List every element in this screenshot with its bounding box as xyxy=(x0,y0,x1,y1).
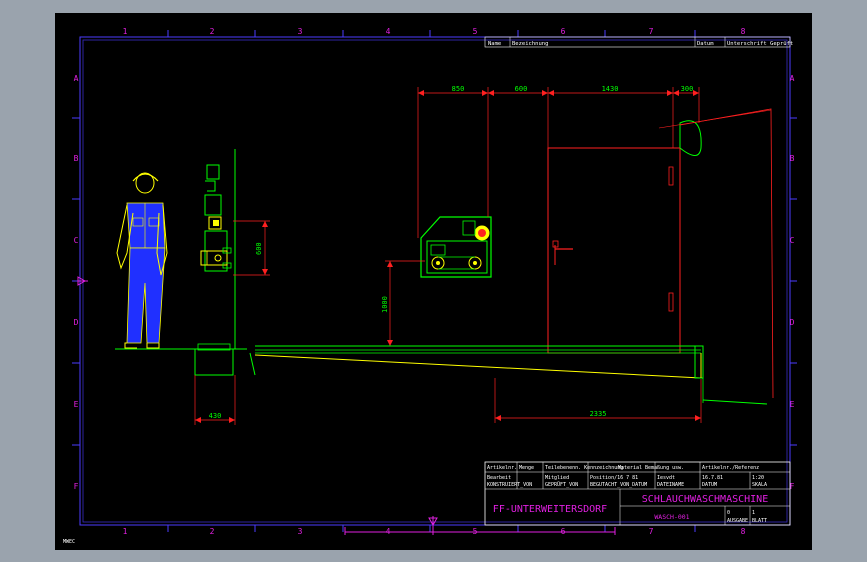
drawing-svg: 1 2 3 4 5 6 7 8 1 2 3 4 5 6 7 8 A B C D … xyxy=(63,27,797,545)
header-name-value: Bezeichnung xyxy=(512,41,548,47)
tb-r1-c1: Artikelnr. xyxy=(487,465,517,471)
cad-viewport[interactable]: 1 2 3 4 5 6 7 8 1 2 3 4 5 6 7 8 A B C D … xyxy=(0,0,867,562)
drawing-canvas[interactable]: 1 2 3 4 5 6 7 8 1 2 3 4 5 6 7 8 A B C D … xyxy=(55,13,812,550)
floor-pit xyxy=(194,343,256,376)
dim-top-chain: 850 600 1430 300 xyxy=(417,85,700,238)
tb-r1-c2: Menge xyxy=(519,465,534,471)
tb-r2-c5: 16.7.81 xyxy=(702,475,723,481)
col-label-7: 7 xyxy=(649,27,654,36)
header-name-label: Name xyxy=(488,41,501,47)
title-block: Artikelnr. Menge Teilebenenn. Kennzeichn… xyxy=(484,461,791,526)
dim-2335: 2335 xyxy=(494,378,702,423)
col-label-1: 1 xyxy=(123,27,128,36)
column-ticks xyxy=(72,30,797,532)
col-label-bottom-3: 3 xyxy=(298,527,303,536)
col-label-2: 2 xyxy=(210,27,215,36)
header-strip: Name Bezeichnung Datum Unterschrift Gepr… xyxy=(484,36,793,48)
col-label-8: 8 xyxy=(741,27,746,36)
row-label-f: F xyxy=(74,482,79,491)
person-figure xyxy=(116,172,168,349)
row-label-a: A xyxy=(74,74,79,83)
sheet-label: BLATT xyxy=(752,518,767,524)
tb-r3-c1: KONSTRUIERT_VON xyxy=(487,482,532,488)
row-label-right-a: A xyxy=(790,74,795,83)
dim-1000-text: 1000 xyxy=(381,296,389,313)
col-label-4: 4 xyxy=(386,27,391,36)
row-label-right-c: C xyxy=(790,236,795,245)
tb-r1-c4: Material xyxy=(618,465,642,471)
tb-r1-c3: Teilebenenn. Kennzeichnung xyxy=(545,465,623,471)
row-label-right-e: E xyxy=(790,400,795,409)
tb-r3-c4: DATEINAME xyxy=(657,482,684,488)
row-label-d: D xyxy=(74,318,79,327)
wall-unit xyxy=(200,149,236,349)
sheet-small-2: 1 xyxy=(752,510,755,516)
outer-frame xyxy=(79,36,791,526)
dim-2335-text: 2335 xyxy=(590,410,607,418)
header-check-label: Unterschrift Geprüft xyxy=(727,41,793,47)
dim-430: 430 xyxy=(194,375,236,425)
col-label-5: 5 xyxy=(473,27,478,36)
sheet-small-1: 0 xyxy=(727,510,730,516)
dim-600: 600 xyxy=(233,220,270,276)
column-labels-top: 1 2 3 4 5 6 7 8 xyxy=(123,27,746,36)
viewport-logo: MWEC xyxy=(63,539,75,545)
tb-r2-c2: Mitglied xyxy=(545,475,569,481)
dim-1000: 1000 xyxy=(381,260,425,346)
dim-430-text: 430 xyxy=(209,412,222,420)
drawing-title: SCHLAUCHWASCHMASCHINE xyxy=(642,494,768,505)
col-label-bottom-2: 2 xyxy=(210,527,215,536)
col-label-bottom-7: 7 xyxy=(649,527,654,536)
col-label-6: 6 xyxy=(561,27,566,36)
row-label-right-b: B xyxy=(790,154,795,163)
tb-r3-c3: BEGUTACHT_VON_DATUM xyxy=(590,482,647,488)
inner-frame xyxy=(82,39,788,523)
dim-600-text: 600 xyxy=(255,242,263,255)
floor-trough xyxy=(254,345,768,405)
col-label-3: 3 xyxy=(298,27,303,36)
col-label-bottom-1: 1 xyxy=(123,527,128,536)
company-name: FF-UNTERWEITERSDORF xyxy=(493,504,607,515)
tb-r3-c2: GEPRÜFT_VON xyxy=(545,481,578,488)
tb-r1-c5: Bemaßung usw. xyxy=(645,465,684,471)
tb-r2-c4: Iesvdt xyxy=(657,475,675,481)
dim-1430-text: 1430 xyxy=(602,85,619,93)
washing-machine xyxy=(420,216,492,278)
tb-r2-c6: 1:20 xyxy=(752,475,764,481)
row-label-right-d: D xyxy=(790,318,795,327)
row-label-e: E xyxy=(74,400,79,409)
edition-label: AUSGABE xyxy=(727,518,748,524)
tb-r3-c5: DATUM xyxy=(702,482,717,488)
tb-r1-c6: Artikelnr./Referenz xyxy=(702,465,759,471)
dim-850-text: 850 xyxy=(452,85,465,93)
tb-r2-c1: Bearbeit xyxy=(487,475,511,481)
dim-300-text: 300 xyxy=(681,85,694,93)
dim-600b-text: 600 xyxy=(515,85,528,93)
header-date-label: Datum xyxy=(697,41,714,47)
col-label-bottom-8: 8 xyxy=(741,527,746,536)
tb-r3-c6: SKALA xyxy=(752,482,767,488)
drawing-number: WASCH-001 xyxy=(654,513,689,521)
row-label-c: C xyxy=(74,236,79,245)
door xyxy=(547,108,774,399)
row-label-b: B xyxy=(74,154,79,163)
tb-r2-c3: Position/16 7 81 xyxy=(590,475,638,481)
